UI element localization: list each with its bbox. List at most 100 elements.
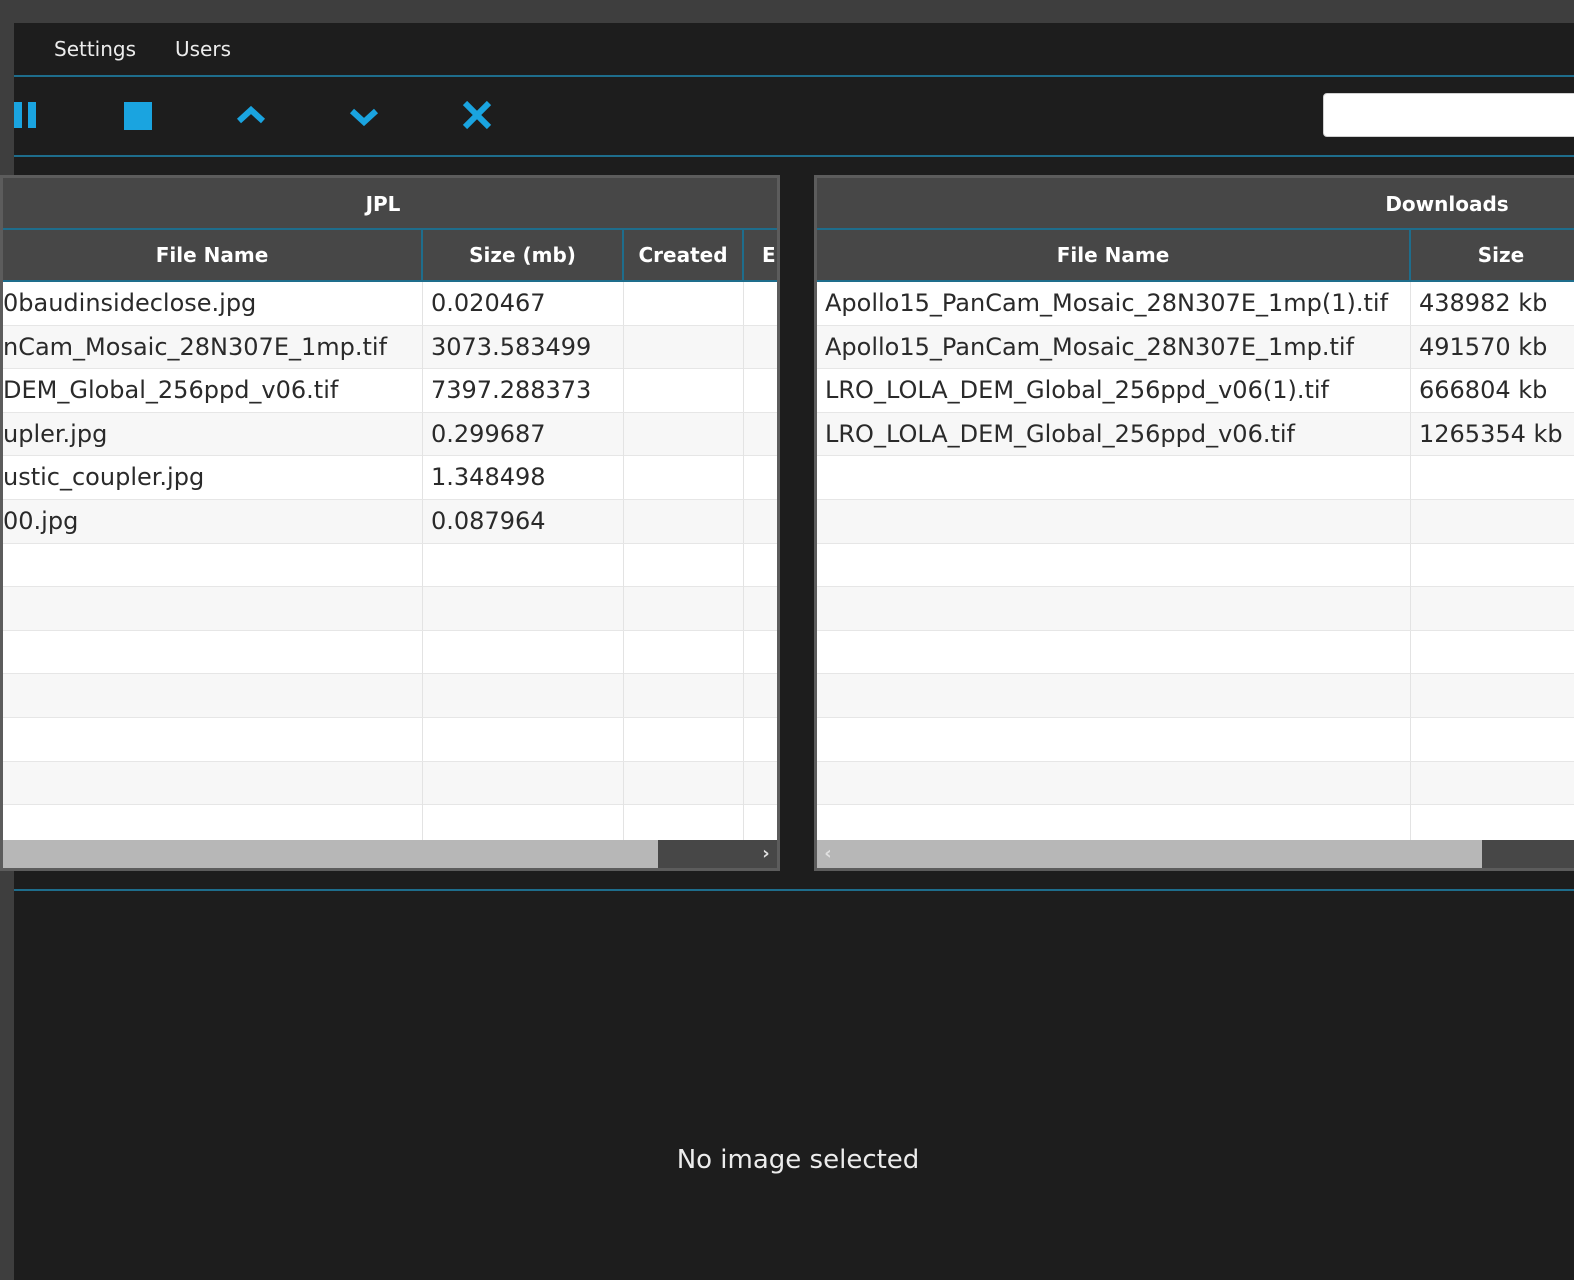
cell-size: 0.299687 [423, 412, 624, 456]
cell-created [624, 412, 744, 456]
empty-cell [3, 543, 423, 587]
table-row[interactable]: 00.jpg 0.087964 [3, 499, 777, 544]
table-row[interactable]: 0baudinsideclose.jpg 0.020467 [3, 282, 777, 326]
menu-bar: Settings Users [14, 23, 1574, 77]
table-row[interactable]: upler.jpg 0.299687 [3, 412, 777, 457]
search-input[interactable] [1323, 93, 1574, 137]
cell-extra [744, 282, 777, 325]
downloads-table-body: Apollo15_PanCam_Mosaic_28N307E_1mp(1).ti… [817, 282, 1574, 842]
cell-file-name: ustic_coupler.jpg [3, 456, 423, 500]
cell-created [624, 282, 744, 325]
empty-cell [817, 543, 1411, 587]
empty-cell [3, 587, 423, 631]
empty-cell [624, 587, 744, 631]
app-window: Settings Users S JPL File Name Size (mb)… [0, 0, 1574, 1280]
table-row[interactable]: DEM_Global_256ppd_v06.tif 7397.288373 [3, 369, 777, 413]
cell-file-name: DEM_Global_256ppd_v06.tif [3, 369, 423, 413]
column-size[interactable]: Size [1411, 230, 1574, 280]
empty-cell [423, 761, 624, 805]
empty-cell [624, 761, 744, 805]
empty-row [3, 805, 777, 842]
table-row[interactable]: LRO_LOLA_DEM_Global_256ppd_v06.tif 12653… [817, 412, 1574, 457]
empty-row [817, 499, 1574, 544]
empty-row [817, 543, 1574, 588]
empty-row [817, 761, 1574, 806]
empty-cell [817, 587, 1411, 631]
scrollbar-thumb[interactable] [1482, 840, 1574, 868]
empty-cell [423, 674, 624, 718]
toolbar [14, 77, 1574, 157]
menu-settings[interactable]: Settings [54, 37, 136, 61]
empty-row [817, 587, 1574, 631]
cell-created [624, 456, 744, 500]
column-file-name[interactable]: File Name [817, 230, 1411, 280]
empty-cell [624, 717, 744, 761]
column-extra[interactable]: Er [744, 230, 777, 280]
empty-cell [817, 630, 1411, 674]
close-icon [462, 100, 492, 130]
empty-row [3, 717, 777, 762]
jpl-panel: JPL File Name Size (mb) Created Er 0baud… [0, 175, 780, 871]
empty-cell [3, 674, 423, 718]
empty-cell [3, 630, 423, 674]
scroll-right-arrow-icon[interactable]: › [755, 840, 777, 868]
cell-size: 0.087964 [423, 499, 624, 543]
cell-file-name: Apollo15_PanCam_Mosaic_28N307E_1mp(1).ti… [817, 282, 1411, 325]
cell-size: 491570 kb [1419, 332, 1548, 361]
column-file-name[interactable]: File Name [3, 230, 423, 280]
jpl-column-headers: File Name Size (mb) Created Er [3, 230, 777, 282]
pause-button[interactable] [12, 99, 44, 131]
table-row[interactable]: ustic_coupler.jpg 1.348498 [3, 456, 777, 500]
downloads-column-headers: File Name Size [817, 230, 1574, 282]
cell-file-name: Apollo15_PanCam_Mosaic_28N307E_1mp.tif [817, 325, 1411, 369]
table-row[interactable]: nCam_Mosaic_28N307E_1mp.tif 3073.583499 [3, 325, 777, 370]
cell-size: 7397.288373 [423, 369, 624, 413]
downloads-panel-title: Downloads [817, 178, 1574, 230]
empty-cell [817, 456, 1411, 500]
cell-file-name: LRO_LOLA_DEM_Global_256ppd_v06(1).tif [817, 369, 1411, 413]
jpl-horizontal-scrollbar[interactable]: › [3, 840, 777, 868]
stop-button[interactable] [122, 99, 154, 131]
move-up-button[interactable] [235, 99, 267, 131]
column-created[interactable]: Created [624, 230, 744, 280]
menu-users[interactable]: Users [175, 37, 231, 61]
empty-cell [624, 805, 744, 842]
cell-size: 438982 kb [1419, 289, 1548, 317]
empty-cell [817, 674, 1411, 718]
empty-row [817, 674, 1574, 718]
cell-created [624, 369, 744, 413]
empty-cell [817, 717, 1411, 761]
empty-cell [624, 543, 744, 587]
empty-row [3, 587, 777, 631]
cell-extra [744, 500, 777, 543]
cell-size: 1265354 kb [1419, 419, 1563, 448]
jpl-table-body: 0baudinsideclose.jpg 0.020467 nCam_Mosai… [3, 282, 777, 842]
table-row[interactable]: Apollo15_PanCam_Mosaic_28N307E_1mp.tif 4… [817, 325, 1574, 370]
panel-title-label: Downloads [1385, 192, 1509, 216]
downloads-horizontal-scrollbar[interactable]: ‹ [817, 840, 1574, 868]
preview-divider [14, 889, 1574, 891]
cell-size: 666804 kb [1419, 376, 1548, 405]
table-row[interactable]: LRO_LOLA_DEM_Global_256ppd_v06(1).tif 66… [817, 369, 1574, 413]
cell-file-name: 0baudinsideclose.jpg [3, 282, 423, 325]
chevron-up-icon [236, 105, 266, 124]
cell-size: 0.020467 [423, 282, 624, 325]
table-row[interactable]: Apollo15_PanCam_Mosaic_28N307E_1mp(1).ti… [817, 282, 1574, 326]
cell-file-name: nCam_Mosaic_28N307E_1mp.tif [3, 325, 423, 369]
downloads-panel: Downloads File Name Size Apollo15_PanCam… [814, 175, 1574, 871]
empty-cell [3, 805, 423, 842]
empty-cell [3, 717, 423, 761]
scroll-left-arrow-icon[interactable]: ‹ [817, 840, 839, 868]
cell-file-name: 00.jpg [3, 499, 423, 543]
empty-cell [817, 805, 1411, 842]
empty-row [817, 456, 1574, 500]
empty-cell [423, 587, 624, 631]
move-down-button[interactable] [348, 99, 380, 131]
column-size[interactable]: Size (mb) [423, 230, 624, 280]
cell-file-name: upler.jpg [3, 412, 423, 456]
empty-cell [817, 761, 1411, 805]
empty-row [3, 674, 777, 718]
empty-row [3, 761, 777, 806]
cancel-button[interactable] [461, 99, 493, 131]
cell-extra [744, 326, 777, 369]
